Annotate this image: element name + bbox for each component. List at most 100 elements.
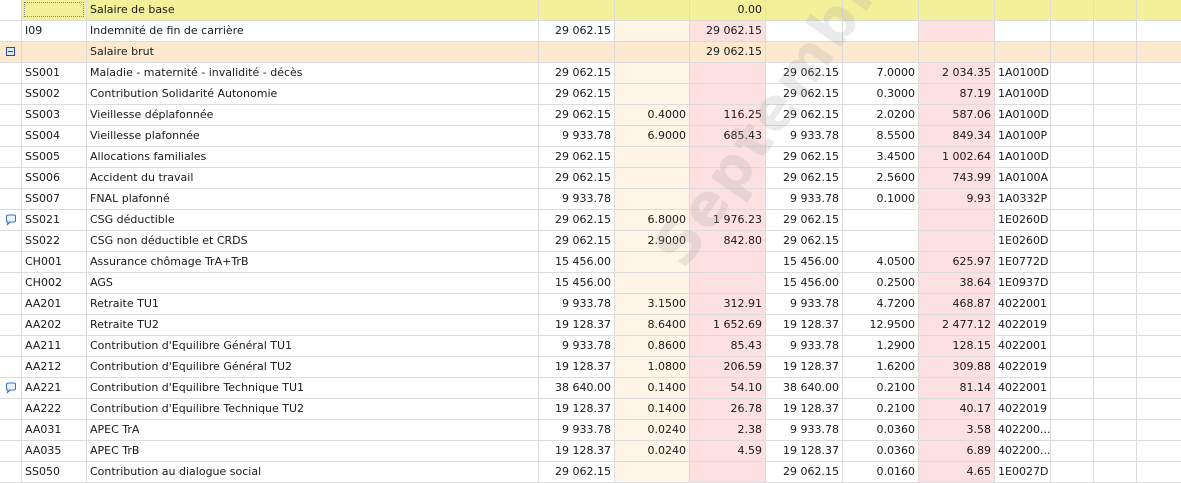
table-row[interactable]: AA211 Contribution d'Equilibre Général T… (0, 336, 1181, 357)
cell-base-patronale[interactable]: 9 933.78 (766, 126, 843, 146)
cell-taux-patronal[interactable]: 0.0160 (843, 462, 919, 482)
cell-empty[interactable] (1137, 294, 1181, 314)
cell-base[interactable]: 15 456.00 (539, 252, 615, 272)
cell-empty[interactable] (1051, 315, 1094, 335)
cell-base[interactable]: 9 933.78 (539, 189, 615, 209)
cell-compte[interactable]: 1E0937D (995, 273, 1051, 293)
cell-base[interactable]: 29 062.15 (539, 105, 615, 125)
cell-empty[interactable] (1137, 273, 1181, 293)
cell-empty[interactable] (1094, 315, 1137, 335)
cell-taux[interactable]: 0.0240 (615, 420, 690, 440)
cell-label[interactable]: Assurance chômage TrA+TrB (87, 252, 539, 272)
cell-empty[interactable] (1094, 462, 1137, 482)
cell-taux[interactable]: 0.0240 (615, 441, 690, 461)
cell-base[interactable]: 19 128.37 (539, 441, 615, 461)
table-row[interactable]: CH002 AGS 15 456.00 15 456.00 0.2500 38.… (0, 273, 1181, 294)
collapse-icon[interactable] (6, 47, 15, 56)
cell-label[interactable]: CSG déductible (87, 210, 539, 230)
cell-empty[interactable] (1137, 357, 1181, 377)
cell-taux[interactable]: 3.1500 (615, 294, 690, 314)
cell-base-patronale[interactable]: 29 062.15 (766, 147, 843, 167)
table-row[interactable]: Salaire brut 29 062.15 (0, 42, 1181, 63)
cell-empty[interactable] (1051, 336, 1094, 356)
cell-label[interactable]: Contribution d'Equilibre Technique TU2 (87, 399, 539, 419)
cell-empty[interactable] (1094, 294, 1137, 314)
cell-base-patronale[interactable]: 15 456.00 (766, 252, 843, 272)
cell-montant-patronal[interactable]: 468.87 (919, 294, 995, 314)
cell-compte[interactable]: 4022019 (995, 315, 1051, 335)
cell-compte[interactable] (995, 42, 1051, 62)
cell-taux[interactable] (615, 0, 690, 20)
cell-empty[interactable] (1051, 252, 1094, 272)
cell-empty[interactable] (1137, 399, 1181, 419)
table-row[interactable]: AA222 Contribution d'Equilibre Technique… (0, 399, 1181, 420)
cell-empty[interactable] (1051, 441, 1094, 461)
cell-base-patronale[interactable] (766, 0, 843, 20)
cell-compte[interactable]: 4022001 (995, 294, 1051, 314)
table-row[interactable]: SS001 Maladie - maternité - invalidité -… (0, 63, 1181, 84)
cell-code[interactable]: SS021 (22, 210, 87, 230)
cell-empty[interactable] (1051, 357, 1094, 377)
cell-empty[interactable] (1051, 231, 1094, 251)
table-row[interactable]: CH001 Assurance chômage TrA+TrB 15 456.0… (0, 252, 1181, 273)
cell-montant[interactable]: 685.43 (690, 126, 766, 146)
cell-montant[interactable] (690, 273, 766, 293)
cell-empty[interactable] (1051, 189, 1094, 209)
cell-compte[interactable]: 1A0100D (995, 105, 1051, 125)
table-row[interactable]: SS004 Vieillesse plafonnée 9 933.78 6.90… (0, 126, 1181, 147)
cell-label[interactable]: Salaire brut (87, 42, 539, 62)
cell-empty[interactable] (1051, 273, 1094, 293)
cell-taux-patronal[interactable]: 4.7200 (843, 294, 919, 314)
cell-code[interactable]: SS006 (22, 168, 87, 188)
cell-label[interactable]: Salaire de base (87, 0, 539, 20)
cell-taux-patronal[interactable]: 0.1000 (843, 189, 919, 209)
cell-label[interactable]: Vieillesse plafonnée (87, 126, 539, 146)
cell-code[interactable]: CH001 (22, 252, 87, 272)
cell-montant-patronal[interactable] (919, 21, 995, 41)
cell-label[interactable]: FNAL plafonné (87, 189, 539, 209)
cell-label[interactable]: Allocations familiales (87, 147, 539, 167)
cell-base-patronale[interactable]: 38 640.00 (766, 378, 843, 398)
cell-code[interactable]: AA222 (22, 399, 87, 419)
cell-montant-patronal[interactable]: 309.88 (919, 357, 995, 377)
cell-base[interactable]: 9 933.78 (539, 336, 615, 356)
cell-montant-patronal[interactable]: 38.64 (919, 273, 995, 293)
cell-code[interactable]: SS002 (22, 84, 87, 104)
cell-taux[interactable] (615, 21, 690, 41)
cell-montant[interactable]: 206.59 (690, 357, 766, 377)
cell-empty[interactable] (1137, 420, 1181, 440)
table-row[interactable]: SS006 Accident du travail 29 062.15 29 0… (0, 168, 1181, 189)
cell-empty[interactable] (1137, 105, 1181, 125)
cell-base-patronale[interactable]: 19 128.37 (766, 399, 843, 419)
table-row[interactable]: SS005 Allocations familiales 29 062.15 2… (0, 147, 1181, 168)
cell-base[interactable]: 29 062.15 (539, 84, 615, 104)
cell-base-patronale[interactable]: 29 062.15 (766, 210, 843, 230)
cell-empty[interactable] (1051, 147, 1094, 167)
cell-montant-patronal[interactable]: 1 002.64 (919, 147, 995, 167)
cell-taux[interactable]: 8.6400 (615, 315, 690, 335)
cell-montant[interactable] (690, 252, 766, 272)
cell-taux-patronal[interactable]: 0.0360 (843, 420, 919, 440)
cell-empty[interactable] (1094, 0, 1137, 20)
cell-montant[interactable]: 842.80 (690, 231, 766, 251)
cell-empty[interactable] (1051, 168, 1094, 188)
cell-taux[interactable]: 6.8000 (615, 210, 690, 230)
cell-compte[interactable]: 1A0100P (995, 126, 1051, 146)
cell-base-patronale[interactable]: 29 062.15 (766, 63, 843, 83)
cell-taux-patronal[interactable] (843, 210, 919, 230)
cell-montant-patronal[interactable] (919, 231, 995, 251)
cell-empty[interactable] (1094, 399, 1137, 419)
table-row[interactable]: SS050 Contribution au dialogue social 29… (0, 462, 1181, 483)
cell-montant[interactable]: 0.00 (690, 0, 766, 20)
cell-compte[interactable]: 402200... (995, 420, 1051, 440)
cell-empty[interactable] (1137, 189, 1181, 209)
table-row[interactable]: I09 Indemnité de fin de carrière 29 062.… (0, 21, 1181, 42)
table-row[interactable]: AA201 Retraite TU1 9 933.78 3.1500 312.9… (0, 294, 1181, 315)
cell-base[interactable]: 19 128.37 (539, 399, 615, 419)
cell-empty[interactable] (1094, 189, 1137, 209)
cell-code[interactable]: SS022 (22, 231, 87, 251)
cell-compte[interactable]: 1E0260D (995, 231, 1051, 251)
cell-montant[interactable] (690, 168, 766, 188)
cell-montant-patronal[interactable] (919, 42, 995, 62)
cell-code[interactable]: SS003 (22, 105, 87, 125)
